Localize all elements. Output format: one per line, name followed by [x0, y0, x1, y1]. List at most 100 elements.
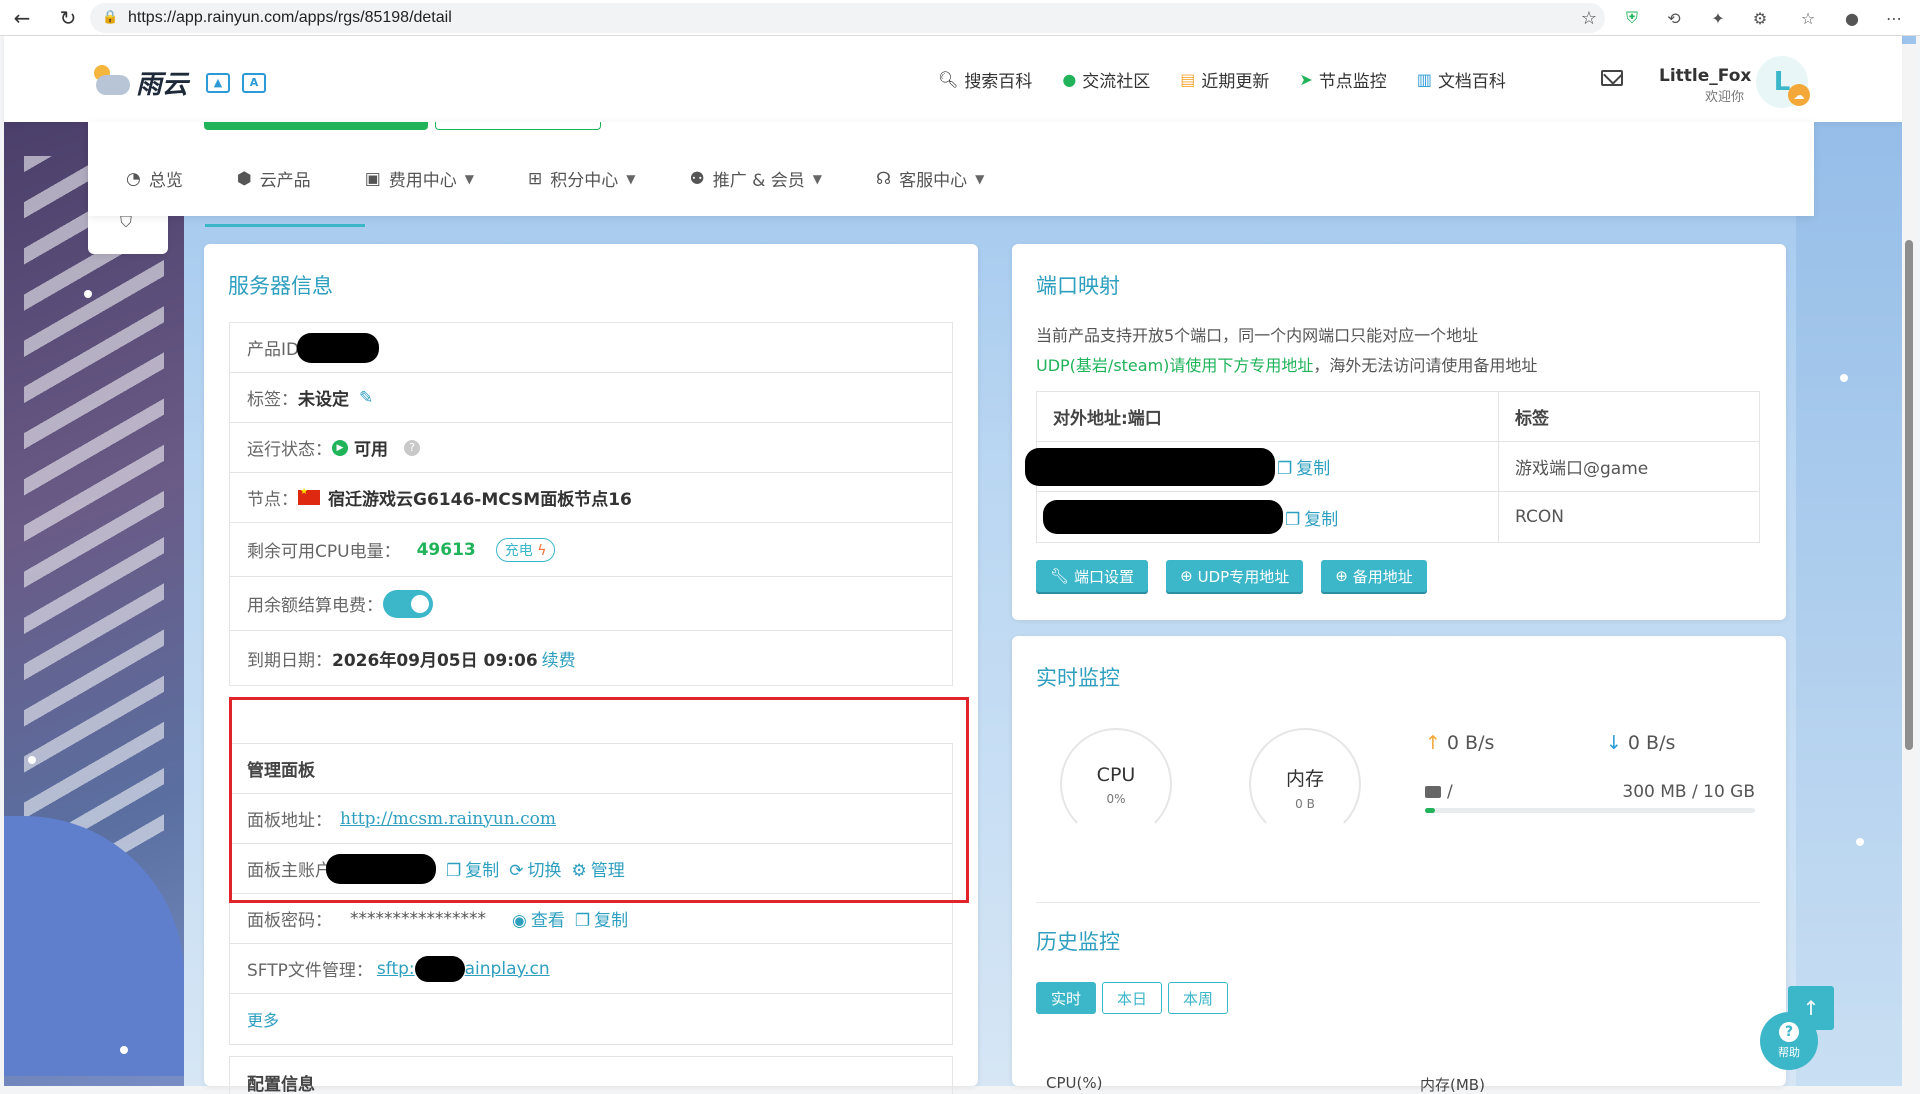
scrollbar-thumb[interactable] — [1905, 240, 1913, 750]
nav-updates[interactable]: ▤ 近期更新 — [1180, 67, 1269, 92]
backup-address-button[interactable]: ⊕ 备用地址 — [1321, 560, 1427, 592]
eye-icon: ◉ — [512, 911, 527, 931]
cpu-gauge-value: 0% — [1106, 792, 1126, 806]
row-panel-account: 面板主账户 ❐ 复制 ⟳ 切换 ⚙ 管理 — [230, 844, 952, 894]
copy-address-button[interactable]: ❐ 复制 — [1285, 505, 1338, 530]
profile-icon[interactable]: ● — [1840, 6, 1864, 30]
question-icon[interactable]: ? — [404, 439, 420, 456]
chevron-down-icon: ▼ — [626, 171, 636, 186]
mail-icon[interactable] — [1601, 70, 1623, 86]
bookmark-star-icon[interactable]: ☆ — [1581, 8, 1597, 29]
puzzle-extension-icon[interactable]: ✦ — [1706, 6, 1730, 30]
tab-realtime[interactable]: 实时 — [1036, 982, 1097, 1014]
download-speed-value: 0 B/s — [1627, 732, 1676, 754]
disk-usage-value: 300 MB / 10 GB — [1622, 782, 1755, 802]
share-extension-icon[interactable]: ⟲ — [1662, 6, 1686, 30]
port-desc-1: 当前产品支持开放5个端口，同一个内网端口只能对应一个地址 — [1036, 326, 1479, 345]
image-icon[interactable]: ▲ — [206, 72, 231, 93]
copy-account-button[interactable]: ❐ 复制 — [446, 856, 499, 881]
menu-cloud-products[interactable]: ⬢ 云产品 — [237, 166, 311, 192]
tab-week[interactable]: 本周 — [1168, 982, 1229, 1014]
port-tag: RCON — [1515, 507, 1564, 527]
menu-label: 积分中心 — [550, 171, 619, 191]
bolt-icon: ϟ — [537, 542, 547, 559]
switch-button[interactable]: ⟳ 切换 — [509, 856, 561, 881]
menu-overview[interactable]: ◔ 总览 — [126, 166, 183, 192]
port-mapping-panel: 端口映射 当前产品支持开放5个端口，同一个内网端口只能对应一个地址 UDP(基岩… — [1012, 244, 1786, 620]
menu-points[interactable]: ⊞ 积分中心 ▼ — [528, 166, 636, 192]
chevron-down-icon: ▼ — [975, 171, 985, 186]
tag-value: 未设定 — [298, 390, 349, 410]
location-arrow-icon: ➤ — [1299, 69, 1313, 89]
copy-address-button[interactable]: ❐ 复制 — [1277, 454, 1330, 479]
copy-label: 复制 — [1296, 459, 1331, 479]
panel-url-link[interactable]: http://mcsm.rainyun.com — [340, 809, 556, 829]
view-password-button[interactable]: ◉ 查看 — [512, 906, 565, 931]
reload-icon[interactable]: ↻ — [50, 0, 86, 36]
memory-gauge: 内存 0 B — [1249, 728, 1361, 840]
row-expire: 到期日期： 2026年09月05日 09:06 续费 — [230, 631, 952, 685]
shield-extension-icon[interactable]: ⛨ — [1620, 6, 1644, 30]
more-link[interactable]: 更多 — [247, 1007, 279, 1031]
sftp-link[interactable]: sftp: ainplay.cn — [377, 955, 550, 982]
copy-icon: ❐ — [1277, 459, 1293, 479]
port-settings-button[interactable]: 🔧︎ 端口设置 — [1036, 560, 1149, 592]
sky-illustration — [1796, 106, 1916, 1086]
udp-address-button[interactable]: ⊕ UDP专用地址 — [1166, 560, 1304, 592]
switch-label: 切换 — [527, 861, 562, 881]
avatar-badge-icon: ☁ — [1788, 84, 1810, 106]
server-info-panel: 服务器信息 产品ID 标签： 未设定 ✎ 运行状态： ▶ 可用 ? 节点： 宿迁… — [204, 244, 978, 1094]
menu-promotion[interactable]: ⚉ 推广 & 会员 ▼ — [689, 166, 823, 192]
translate-icon[interactable]: A — [242, 72, 267, 93]
nav-node-monitor[interactable]: ➤ 节点监控 — [1299, 67, 1386, 92]
menu-support[interactable]: ☊ 客服中心 ▼ — [876, 166, 985, 192]
green-button-edge[interactable] — [204, 122, 428, 130]
copy-password-button[interactable]: ❐ 复制 — [575, 906, 628, 931]
nav-label: 交流社区 — [1082, 71, 1151, 92]
port-table-header: 对外地址:端口 标签 — [1037, 392, 1759, 442]
button-label: UDP专用地址 — [1197, 567, 1290, 586]
account-label: 面板主账户 — [247, 861, 332, 881]
manage-button[interactable]: ⚙ 管理 — [572, 856, 625, 881]
wrench-icon: 🔧︎ — [1050, 567, 1070, 585]
nav-search-wiki[interactable]: 🔍︎ 搜索百科 — [938, 67, 1032, 92]
manage-label: 管理 — [590, 861, 625, 881]
brand-logo[interactable]: 雨云 ▲ A — [90, 64, 267, 101]
extensions-icon[interactable]: ⚙ — [1748, 6, 1772, 30]
back-icon[interactable]: ← — [4, 0, 40, 36]
edit-icon[interactable]: ✎ — [359, 388, 373, 408]
snowflake — [28, 756, 36, 764]
address-bar[interactable]: 🔒 https://app.rainyun.com/apps/rgs/85198… — [90, 3, 1605, 33]
hdd-icon — [1425, 786, 1441, 798]
renew-link[interactable]: 续费 — [542, 646, 576, 671]
nav-community[interactable]: ● 交流社区 — [1062, 67, 1150, 92]
disk-progress-bar — [1425, 808, 1755, 813]
nav-docs[interactable]: ▥ 文档百科 — [1417, 67, 1506, 92]
balance-billing-toggle[interactable] — [383, 589, 433, 618]
favorites-icon[interactable]: ☆ — [1796, 6, 1820, 30]
status-label: 运行状态： — [247, 440, 332, 460]
help-button[interactable]: ? 帮助 — [1760, 1012, 1818, 1070]
more-icon[interactable]: ⋯ — [1882, 6, 1906, 30]
question-icon: ? — [1779, 1022, 1799, 1042]
chevron-down-icon: ▼ — [812, 171, 823, 186]
button-label: 备用地址 — [1352, 567, 1413, 586]
avatar[interactable]: L ☁ — [1756, 56, 1810, 108]
cpu-gauge: CPU 0% — [1060, 728, 1172, 840]
book-icon: ▥ — [1416, 69, 1432, 89]
menu-billing[interactable]: ▣ 费用中心 ▼ — [365, 166, 474, 192]
page-scrollbar[interactable] — [1902, 44, 1916, 1086]
port-table: 对外地址:端口 标签 ❐ 复制 游戏端口@game ❐ 复制 RCON — [1025, 391, 1760, 543]
disk-path: / — [1425, 782, 1453, 802]
arrow-up-icon: ↑ — [1425, 732, 1441, 754]
row-sftp: SFTP文件管理： sftp: ainplay.cn — [230, 944, 952, 994]
globe-icon: ⊕ — [1180, 567, 1193, 585]
charge-button[interactable]: 充电 ϟ — [495, 537, 556, 562]
play-status-icon: ▶ — [332, 439, 348, 456]
nav-label: 文档百科 — [1437, 71, 1506, 92]
realtime-title: 实时监控 — [1036, 666, 1120, 690]
tab-today[interactable]: 本日 — [1102, 982, 1163, 1014]
user-info[interactable]: Little_Fox 欢迎你 — [1659, 66, 1751, 105]
snowflake — [1840, 374, 1848, 382]
outline-button-edge[interactable] — [435, 122, 601, 130]
